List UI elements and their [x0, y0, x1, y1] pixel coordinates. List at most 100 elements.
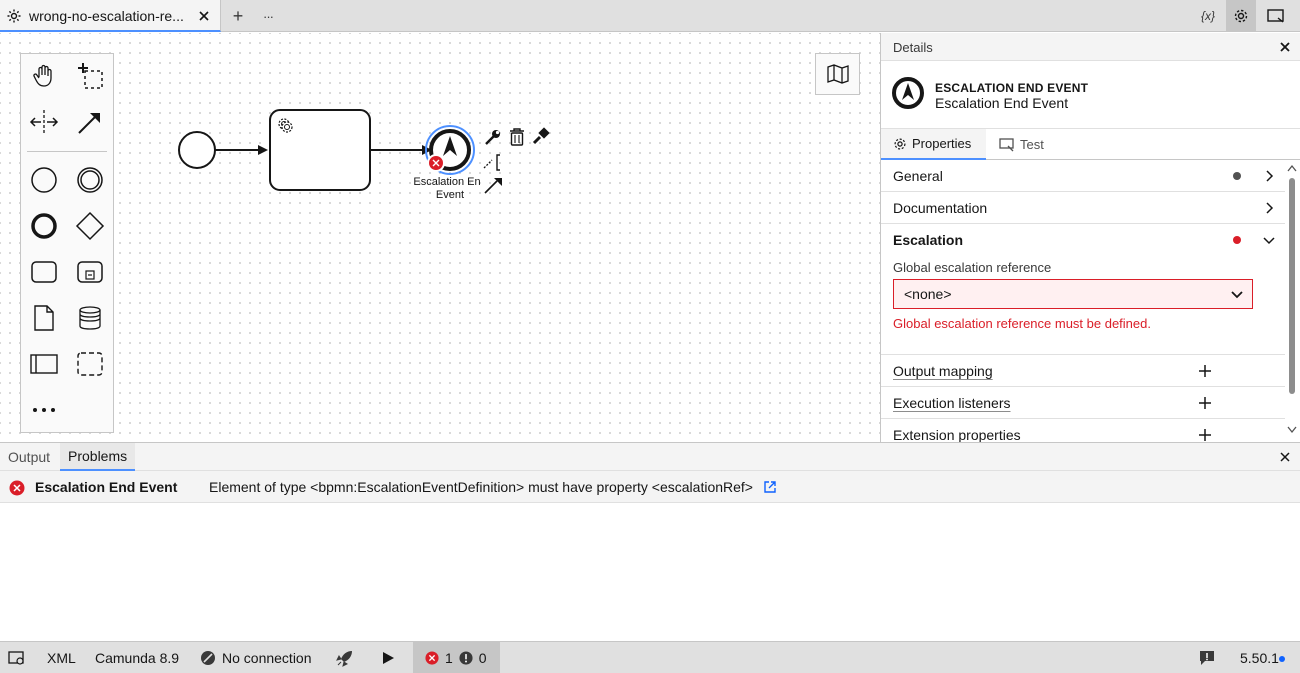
play-icon	[383, 651, 394, 664]
chevron-right-icon	[1266, 202, 1274, 214]
version-label-wrap: 5.50.1	[1240, 649, 1285, 666]
settings-status-button[interactable]	[8, 642, 26, 673]
error-count: 1	[445, 649, 453, 666]
deploy-button[interactable]	[335, 642, 355, 673]
chevron-right-icon	[1266, 170, 1274, 182]
tab-test[interactable]: Test	[987, 129, 1057, 160]
gear-icon	[894, 137, 906, 150]
feedback-button[interactable]	[1199, 642, 1215, 673]
element-name: Escalation End Event	[935, 95, 1069, 111]
escalation-ref-error: Global escalation reference must be defi…	[893, 316, 1151, 331]
escalation-end-event-icon	[892, 77, 924, 109]
close-tab-icon[interactable]	[196, 8, 212, 24]
xml-button[interactable]: XML	[47, 642, 76, 673]
connection-label: No connection	[222, 649, 312, 666]
problem-row[interactable]: Escalation End Event Element of type <bp…	[0, 471, 1300, 503]
add-icon[interactable]	[1197, 395, 1213, 411]
details-scrollbar[interactable]	[1284, 160, 1300, 442]
group-general-indicator	[1233, 172, 1241, 180]
group-output-mapping-label: Output mapping	[893, 363, 993, 379]
bpmn-canvas[interactable]: Escalation En Event	[0, 33, 880, 442]
properties-list: General Documentation Escalation Global …	[881, 160, 1285, 442]
escalation-ref-label: Global escalation reference	[893, 260, 1052, 275]
details-title: Details	[893, 40, 933, 55]
settings-button[interactable]	[1226, 0, 1256, 32]
group-general-label: General	[893, 168, 943, 184]
version-label: 5.50.1	[1240, 649, 1279, 666]
tab-problems[interactable]: Problems	[60, 443, 136, 471]
status-bar: XML Camunda 8.9 No connection 1 0 5.50.1	[0, 641, 1300, 673]
bottom-panel-tabs: Output Problems	[0, 442, 1300, 471]
no-connection-icon	[201, 650, 215, 665]
problem-element: Escalation End Event	[35, 479, 178, 495]
settings-gear-icon	[1234, 9, 1248, 23]
engine-version-button[interactable]: Camunda 8.9	[95, 642, 179, 673]
details-header: Details	[881, 33, 1300, 61]
group-extension-properties-label: Extension properties	[893, 427, 1021, 442]
group-execution-listeners-label: Execution listeners	[893, 395, 1011, 411]
group-escalation: Escalation Global escalation reference <…	[881, 224, 1285, 355]
group-escalation-label[interactable]: Escalation	[893, 232, 963, 248]
tab-output[interactable]: Output	[0, 443, 58, 471]
gear-icon	[7, 9, 21, 23]
tab-properties[interactable]: Properties	[881, 129, 986, 160]
warning-count-icon	[459, 650, 473, 665]
add-icon[interactable]	[1197, 427, 1213, 442]
add-icon[interactable]	[1197, 363, 1213, 379]
details-panel: Details ESCALATION END EVENT Escalation …	[880, 33, 1300, 442]
test-icon	[999, 137, 1014, 151]
rocket-icon	[336, 650, 352, 667]
start-event[interactable]	[178, 131, 216, 169]
problems-list: Escalation End Event Element of type <bp…	[0, 471, 1300, 641]
error-count-icon	[425, 650, 439, 665]
group-extension-properties[interactable]: Extension properties	[881, 419, 1285, 442]
group-general[interactable]: General	[881, 160, 1285, 192]
element-header: ESCALATION END EVENT Escalation End Even…	[881, 61, 1300, 129]
close-details-icon[interactable]	[1277, 39, 1293, 55]
connect-icon[interactable]	[484, 178, 502, 194]
details-tabs: Properties Test	[881, 129, 1300, 160]
bpmn-diagram: Escalation En Event	[178, 109, 550, 201]
group-documentation-label: Documentation	[893, 200, 988, 216]
tab-properties-label: Properties	[912, 136, 972, 151]
escalation-ref-value: <none>	[904, 286, 952, 302]
new-tab-button[interactable]: +	[228, 6, 248, 26]
escalation-ref-select[interactable]: <none>	[893, 279, 1253, 309]
file-tab-label: wrong-no-escalation-re...	[29, 8, 184, 24]
chevron-down-icon[interactable]	[1261, 232, 1277, 248]
problem-message: Element of type <bpmn:EscalationEventDef…	[209, 479, 753, 495]
file-tab[interactable]: wrong-no-escalation-re...	[0, 0, 221, 32]
group-output-mapping[interactable]: Output mapping	[881, 355, 1285, 387]
more-tabs-button[interactable]: ···	[258, 6, 278, 26]
panel-gear-icon	[8, 650, 24, 665]
group-documentation[interactable]: Documentation	[881, 192, 1285, 224]
version-button[interactable]: 5.50.1	[1240, 642, 1285, 673]
color-brush-icon[interactable]	[532, 127, 550, 145]
delete-icon[interactable]	[510, 128, 524, 146]
chevron-down-icon	[1231, 291, 1243, 299]
scroll-thumb[interactable]	[1289, 178, 1295, 394]
tab-test-label: Test	[1020, 137, 1044, 152]
feedback-icon	[1200, 650, 1214, 665]
end-event-label-line2: Event	[436, 189, 464, 201]
error-icon	[9, 480, 25, 496]
text-annotation-icon[interactable]	[483, 154, 500, 171]
error-marker-icon	[427, 154, 445, 172]
variables-button[interactable]: {x}	[1197, 6, 1219, 26]
tab-bar: wrong-no-escalation-re... + ··· {x}	[0, 0, 1300, 32]
connection-status-button[interactable]: No connection	[200, 642, 312, 673]
group-execution-listeners[interactable]: Execution listeners	[881, 387, 1285, 419]
run-button[interactable]	[381, 642, 395, 673]
wrench-icon[interactable]	[485, 130, 500, 145]
close-panel-icon[interactable]	[1278, 450, 1292, 464]
scroll-up-icon[interactable]	[1287, 164, 1297, 172]
end-event-label-line1: Escalation En	[413, 176, 480, 188]
deploy-panel-button[interactable]	[1266, 6, 1286, 26]
scroll-down-icon[interactable]	[1287, 426, 1297, 434]
problems-toggle-button[interactable]: 1 0	[413, 642, 500, 673]
group-escalation-error-indicator	[1233, 236, 1241, 244]
warning-count: 0	[478, 649, 487, 666]
element-type: ESCALATION END EVENT	[935, 81, 1089, 95]
update-indicator	[1278, 655, 1285, 662]
external-link-icon[interactable]	[763, 480, 777, 494]
